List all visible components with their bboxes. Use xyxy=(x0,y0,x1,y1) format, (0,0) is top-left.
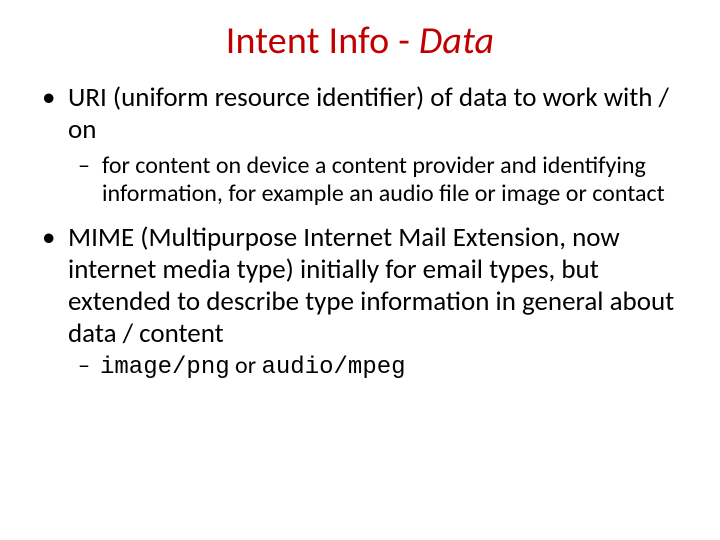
slide-title: Intent Info - Data xyxy=(36,18,684,64)
bullet-uri-text: URI (uniform resource identifier) of dat… xyxy=(68,81,669,146)
bullet-mime: MIME (Multipurpose Internet Mail Extensi… xyxy=(64,222,684,382)
slide: Intent Info - Data URI (uniform resource… xyxy=(0,0,720,540)
mime-join: or xyxy=(230,351,262,380)
bullet-uri: URI (uniform resource identifier) of dat… xyxy=(64,82,684,208)
title-prefix: Intent Info - xyxy=(226,18,419,64)
bullet-uri-sub: for content on device a content provider… xyxy=(100,152,684,209)
mime-code-1: image/png xyxy=(100,354,230,381)
mime-code-2: audio/mpeg xyxy=(262,354,406,381)
title-emphatic: Data xyxy=(419,18,494,64)
bullet-mime-sub: image/png or audio/mpeg xyxy=(100,352,684,382)
bullet-mime-text: MIME (Multipurpose Internet Mail Extensi… xyxy=(68,221,674,350)
bullet-list: URI (uniform resource identifier) of dat… xyxy=(36,82,684,382)
bullet-uri-sublist: for content on device a content provider… xyxy=(68,152,684,209)
